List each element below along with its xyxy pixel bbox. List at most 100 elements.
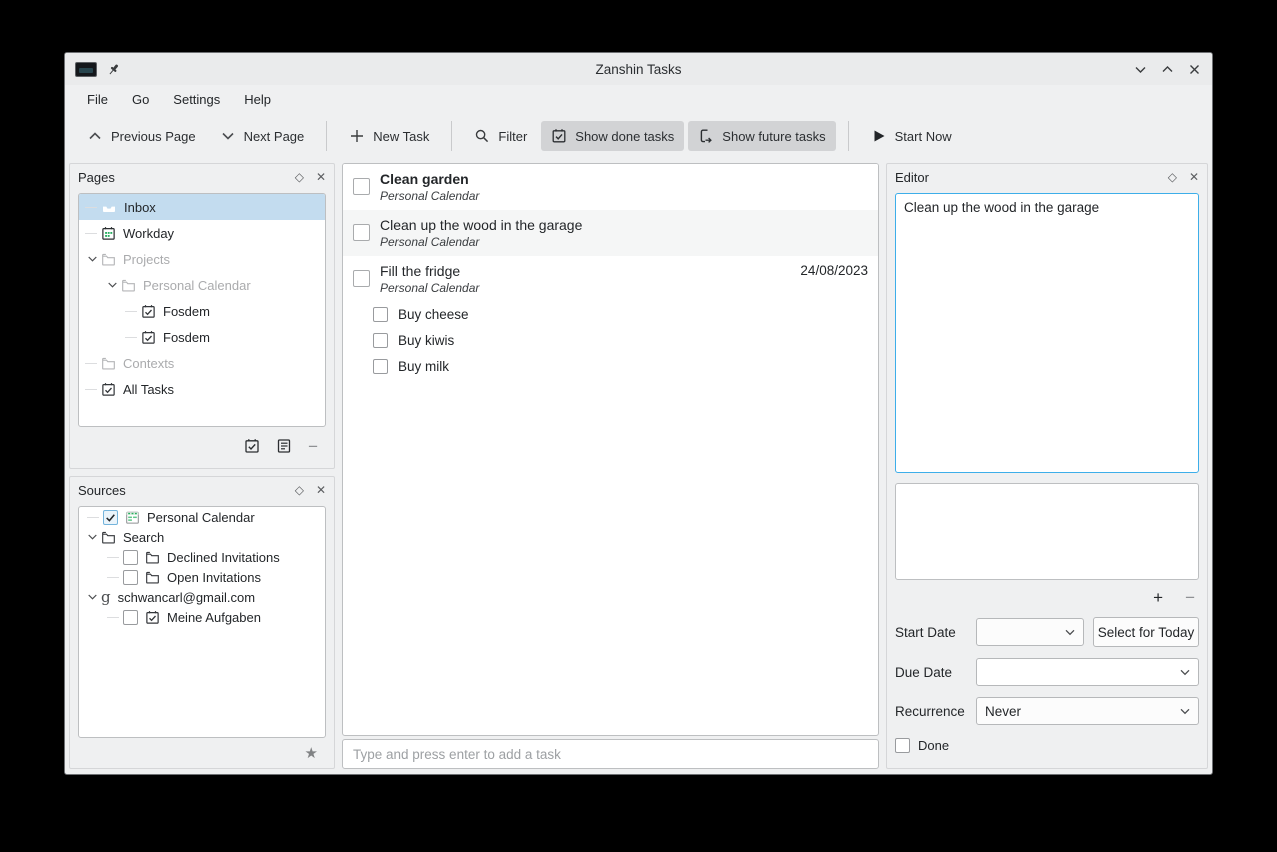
tree-branch xyxy=(85,233,97,234)
task-checkbox[interactable] xyxy=(353,224,370,241)
editor-panel: Editor ◇ ✕ Clean up the wood in the gara… xyxy=(886,163,1208,769)
tree-branch xyxy=(85,389,97,390)
source-item-search[interactable]: Search xyxy=(79,527,325,547)
source-item-meine-aufgaben[interactable]: Meine Aufgaben xyxy=(79,607,325,627)
pages-item-personal-calendar[interactable]: Personal Calendar xyxy=(79,272,325,298)
show-future-tasks-toggle[interactable]: Show future tasks xyxy=(688,121,835,151)
previous-page-button[interactable]: Previous Page xyxy=(77,121,206,151)
chevron-down-icon xyxy=(220,128,236,144)
source-item-personal-calendar[interactable]: Personal Calendar xyxy=(79,507,325,527)
next-page-button[interactable]: Next Page xyxy=(210,121,315,151)
source-item-declined-invitations[interactable]: Declined Invitations xyxy=(79,547,325,567)
new-task-button[interactable]: New Task xyxy=(339,121,439,151)
pages-item-workday[interactable]: Workday xyxy=(79,220,325,246)
folder-icon xyxy=(145,550,160,565)
task-calendar-icon xyxy=(145,610,160,625)
default-source-star-icon[interactable]: ★ xyxy=(305,746,318,761)
close-panel-icon[interactable]: ✕ xyxy=(316,171,326,183)
desktop-background: Zanshin Tasks xyxy=(0,0,1277,852)
previous-page-label: Previous Page xyxy=(111,129,196,144)
maximize-button[interactable] xyxy=(1159,61,1175,77)
start-date-combobox[interactable] xyxy=(976,618,1084,646)
pages-item-all-tasks[interactable]: All Tasks xyxy=(79,376,325,402)
close-button[interactable] xyxy=(1186,61,1202,77)
folder-icon xyxy=(101,530,116,545)
subtask-row[interactable]: Buy cheese xyxy=(343,302,878,328)
menu-settings[interactable]: Settings xyxy=(163,89,230,110)
expand-chevron-icon[interactable] xyxy=(85,594,99,600)
minimize-button[interactable] xyxy=(1132,61,1148,77)
due-date-combobox[interactable] xyxy=(976,658,1199,686)
expand-chevron-icon[interactable] xyxy=(85,256,99,262)
float-panel-icon[interactable]: ◇ xyxy=(295,171,304,183)
task-row[interactable]: Clean up the wood in the garage Personal… xyxy=(343,210,878,256)
source-checkbox-checked[interactable] xyxy=(103,510,118,525)
pages-item-contexts[interactable]: Contexts xyxy=(79,350,325,376)
source-item-label: schwancarl@gmail.com xyxy=(118,590,255,605)
task-checkbox[interactable] xyxy=(353,178,370,195)
subtask-checkbox[interactable] xyxy=(373,307,388,322)
float-panel-icon[interactable]: ◇ xyxy=(295,484,304,496)
tree-branch xyxy=(107,617,119,618)
add-attachment-button[interactable]: + xyxy=(1153,589,1163,606)
expand-chevron-icon[interactable] xyxy=(105,282,119,288)
remove-page-button[interactable]: − xyxy=(308,438,318,455)
pages-item-fosdem[interactable]: Fosdem xyxy=(79,324,325,350)
task-text-editor[interactable]: Clean up the wood in the garage xyxy=(895,193,1199,473)
task-row[interactable]: Fill the fridge Personal Calendar 24/08/… xyxy=(343,256,878,302)
calendar-resource-icon xyxy=(125,510,140,525)
source-checkbox[interactable] xyxy=(123,550,138,565)
titlebar[interactable]: Zanshin Tasks xyxy=(65,53,1212,85)
menu-file[interactable]: File xyxy=(77,89,118,110)
pages-panel-title: Pages xyxy=(78,170,115,185)
add-task-input[interactable] xyxy=(342,739,879,769)
subtask-row[interactable]: Buy kiwis xyxy=(343,328,878,354)
pages-item-label: Projects xyxy=(123,252,170,267)
tree-branch xyxy=(85,207,97,208)
recurrence-row: Recurrence Never xyxy=(895,697,1199,725)
tree-branch xyxy=(125,337,137,338)
pages-item-projects[interactable]: Projects xyxy=(79,246,325,272)
pages-item-inbox[interactable]: Inbox xyxy=(79,194,325,220)
add-context-button[interactable] xyxy=(276,438,292,454)
app-window: Zanshin Tasks xyxy=(64,52,1213,775)
done-checkbox[interactable] xyxy=(895,738,910,753)
toolbar-separator xyxy=(848,121,849,151)
source-item-gmail-account[interactable]: g schwancarl@gmail.com xyxy=(79,587,325,607)
tree-branch xyxy=(107,577,119,578)
toolbar-separator xyxy=(326,121,327,151)
tree-branch xyxy=(85,363,97,364)
add-project-button[interactable] xyxy=(244,438,260,454)
source-item-open-invitations[interactable]: Open Invitations xyxy=(79,567,325,587)
tree-branch xyxy=(125,311,137,312)
task-calendar: Personal Calendar xyxy=(380,235,868,251)
done-row: Done xyxy=(895,738,1199,753)
float-panel-icon[interactable]: ◇ xyxy=(1168,171,1177,183)
expand-chevron-icon[interactable] xyxy=(85,534,99,540)
pages-item-fosdem[interactable]: Fosdem xyxy=(79,298,325,324)
source-checkbox[interactable] xyxy=(123,570,138,585)
sources-panel-title: Sources xyxy=(78,483,126,498)
close-panel-icon[interactable]: ✕ xyxy=(316,484,326,496)
close-panel-icon[interactable]: ✕ xyxy=(1189,171,1199,183)
menu-go[interactable]: Go xyxy=(122,89,159,110)
show-done-tasks-toggle[interactable]: Show done tasks xyxy=(541,121,684,151)
remove-attachment-button[interactable]: − xyxy=(1185,589,1195,606)
select-for-today-button[interactable]: Select for Today xyxy=(1093,617,1199,647)
editor-panel-title: Editor xyxy=(895,170,929,185)
subtask-checkbox[interactable] xyxy=(373,359,388,374)
subtask-checkbox[interactable] xyxy=(373,333,388,348)
folder-icon xyxy=(101,252,116,267)
start-now-button[interactable]: Start Now xyxy=(861,121,962,151)
folder-icon xyxy=(101,356,116,371)
filter-button[interactable]: Filter xyxy=(464,121,537,151)
menu-help[interactable]: Help xyxy=(234,89,281,110)
attachments-list[interactable] xyxy=(895,483,1199,580)
subtask-row[interactable]: Buy milk xyxy=(343,354,878,380)
recurrence-combobox[interactable]: Never xyxy=(976,697,1199,725)
task-row[interactable]: Clean garden Personal Calendar xyxy=(343,164,878,210)
source-checkbox[interactable] xyxy=(123,610,138,625)
task-checkbox[interactable] xyxy=(353,270,370,287)
pages-item-label: Inbox xyxy=(124,200,156,215)
main-area: Pages ◇ ✕ Inbox xyxy=(65,159,1212,774)
